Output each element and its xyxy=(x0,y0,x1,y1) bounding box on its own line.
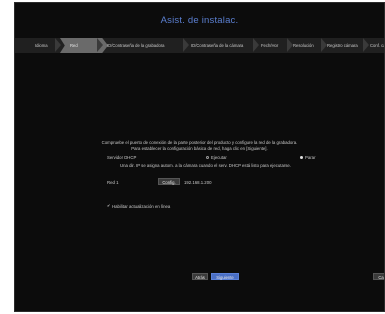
tab-registro-camara[interactable]: Registro cámara xyxy=(327,38,358,53)
dhcp-note: Una dir. IP se asigna autom. a la cámara… xyxy=(120,163,292,168)
instruction-line-2: Para establecer la configuración básica … xyxy=(131,146,268,151)
tab-fecha-hora[interactable]: Fech/Hor xyxy=(261,38,278,53)
network-1-label: Red 1 xyxy=(107,180,119,185)
online-update-label[interactable]: Habilitar actualización en línea xyxy=(112,204,170,209)
config-button[interactable]: Config. xyxy=(158,178,180,185)
ip-address-value: 192.168.1.200 xyxy=(184,180,212,185)
dhcp-stop-label[interactable]: Parar xyxy=(305,155,316,160)
setup-wizard-window: Asist. de instalac. Idioma Red ID/Contra… xyxy=(14,2,385,312)
wizard-title: Asist. de instalac. xyxy=(160,15,239,26)
tab-red-label: Red xyxy=(70,43,78,48)
dhcp-run-radio[interactable] xyxy=(206,155,209,159)
step-chevron-icon xyxy=(97,38,103,52)
tab-resolucion[interactable]: Resolución xyxy=(293,38,314,53)
dhcp-run-label[interactable]: Ejecutar xyxy=(211,155,227,160)
online-update-checkbox[interactable]: ✔ xyxy=(107,204,110,208)
step-chevron-icon xyxy=(55,38,61,52)
step-chevron-icon xyxy=(253,38,259,52)
instruction-line-1: Compruebe el puerto de conexión de la pa… xyxy=(101,140,298,145)
cancel-button[interactable]: Ca xyxy=(373,273,384,280)
back-button[interactable]: Atrás xyxy=(192,273,208,280)
dhcp-stop-radio[interactable] xyxy=(300,155,303,159)
tab-id-camara[interactable]: ID/Contraseña de la cámara xyxy=(191,38,243,53)
tab-id-grabadora[interactable]: ID/Contraseña de la grabadora xyxy=(107,38,165,53)
tab-idioma[interactable]: Idioma xyxy=(35,38,48,53)
tab-conf-camara[interactable]: Conf. ca xyxy=(370,38,384,53)
next-button[interactable]: Siguiente xyxy=(211,273,239,280)
step-chevron-icon xyxy=(363,38,369,52)
step-chevron-icon xyxy=(183,38,189,52)
dhcp-server-label: Servidor DHCP xyxy=(107,155,137,160)
wizard-steps-bar: Idioma Red ID/Contraseña de la grabadora… xyxy=(15,38,384,53)
